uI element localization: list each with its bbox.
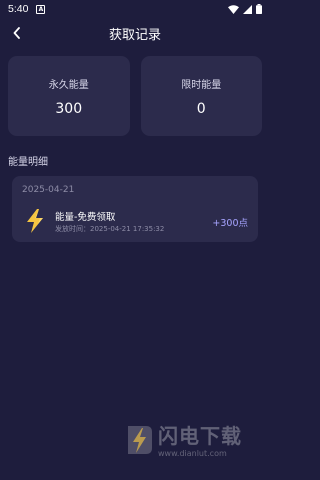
battery-icon: [256, 4, 262, 14]
list-item[interactable]: 能量-免费领取 发放时间：2025-04-21 17:35:32 +300点: [12, 202, 258, 238]
record-points: +300点: [212, 218, 248, 229]
app-header: 获取记录: [0, 18, 270, 48]
record-name: 能量-免费领取: [55, 212, 116, 223]
permanent-energy-value: 300: [55, 100, 83, 117]
status-time: 5:40: [8, 3, 29, 15]
energy-summary: 永久能量 300 限时能量 0: [8, 56, 262, 136]
record-group: 2025-04-21 能量-免费领取 发放时间：2025-04-21 17:35…: [12, 176, 258, 242]
permanent-energy-card: 永久能量 300: [8, 56, 130, 136]
status-bar: 5:40 A: [0, 0, 270, 18]
watermark-url: www.dianlut.com: [158, 449, 227, 458]
section-title: 能量明细: [8, 157, 48, 168]
status-indicators: [228, 4, 262, 14]
watermark-text: 闪电下载: [158, 424, 242, 448]
limited-energy-label: 限时能量: [181, 79, 222, 91]
limited-energy-card: 限时能量 0: [140, 56, 262, 136]
notification-icon: A: [36, 4, 46, 14]
watermark: 闪电下载 www.dianlut.com: [124, 418, 264, 466]
record-time: 发放时间：2025-04-21 17:35:32: [55, 225, 165, 233]
signal-icon: [243, 4, 252, 14]
page-title: 获取记录: [108, 27, 161, 43]
watermark-logo-icon: [128, 426, 152, 454]
permanent-energy-label: 永久能量: [48, 79, 89, 91]
record-date: 2025-04-21: [22, 185, 75, 195]
wifi-icon: [228, 4, 239, 14]
limited-energy-value: 0: [196, 100, 206, 117]
lightning-icon: [27, 209, 43, 233]
back-button[interactable]: [8, 24, 26, 42]
chevron-left-icon: [13, 27, 20, 39]
